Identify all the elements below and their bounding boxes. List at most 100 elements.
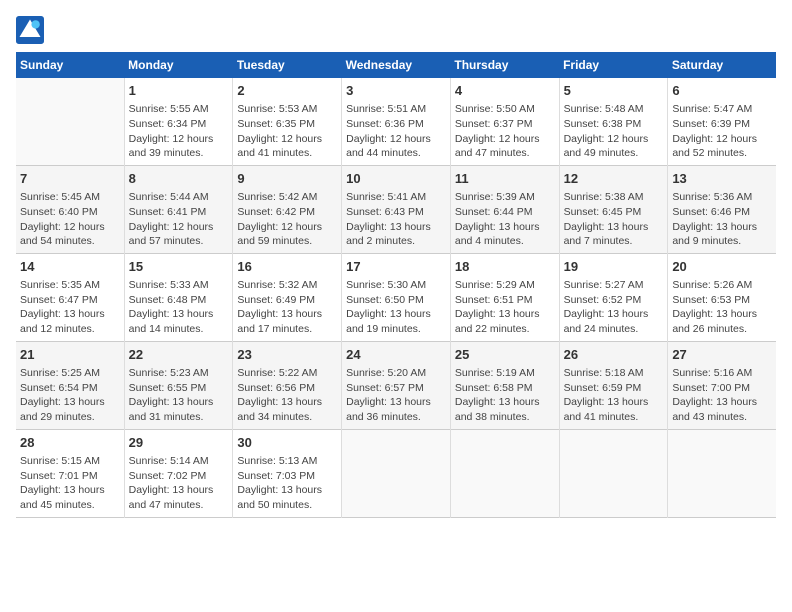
day-info: Sunrise: 5:53 AM Sunset: 6:35 PM Dayligh…	[237, 102, 337, 161]
calendar-cell	[342, 429, 451, 517]
day-number: 29	[129, 434, 229, 452]
day-info: Sunrise: 5:42 AM Sunset: 6:42 PM Dayligh…	[237, 190, 337, 249]
calendar-week-5: 28 Sunrise: 5:15 AM Sunset: 7:01 PM Dayli…	[16, 429, 776, 517]
day-number: 11	[455, 170, 555, 188]
day-number: 19	[564, 258, 664, 276]
day-info: Sunrise: 5:14 AM Sunset: 7:02 PM Dayligh…	[129, 454, 229, 513]
day-number: 15	[129, 258, 229, 276]
day-info: Sunrise: 5:15 AM Sunset: 7:01 PM Dayligh…	[20, 454, 120, 513]
day-number: 21	[20, 346, 120, 364]
calendar-cell: 10 Sunrise: 5:41 AM Sunset: 6:43 PM Dayli…	[342, 165, 451, 253]
day-info: Sunrise: 5:13 AM Sunset: 7:03 PM Dayligh…	[237, 454, 337, 513]
calendar-table: SundayMondayTuesdayWednesdayThursdayFrid…	[16, 52, 776, 518]
calendar-cell: 19 Sunrise: 5:27 AM Sunset: 6:52 PM Dayli…	[559, 253, 668, 341]
day-info: Sunrise: 5:38 AM Sunset: 6:45 PM Dayligh…	[564, 190, 664, 249]
day-number: 13	[672, 170, 772, 188]
day-number: 14	[20, 258, 120, 276]
day-number: 24	[346, 346, 446, 364]
day-number: 16	[237, 258, 337, 276]
day-info: Sunrise: 5:16 AM Sunset: 7:00 PM Dayligh…	[672, 366, 772, 425]
day-number: 12	[564, 170, 664, 188]
day-info: Sunrise: 5:51 AM Sunset: 6:36 PM Dayligh…	[346, 102, 446, 161]
calendar-week-2: 7 Sunrise: 5:45 AM Sunset: 6:40 PM Daylig…	[16, 165, 776, 253]
day-number: 3	[346, 82, 446, 100]
calendar-week-1: 1Sunrise: 5:55 AM Sunset: 6:34 PM Daylig…	[16, 78, 776, 165]
day-info: Sunrise: 5:23 AM Sunset: 6:55 PM Dayligh…	[129, 366, 229, 425]
calendar-cell: 14 Sunrise: 5:35 AM Sunset: 6:47 PM Dayli…	[16, 253, 124, 341]
calendar-cell: 13 Sunrise: 5:36 AM Sunset: 6:46 PM Dayli…	[668, 165, 776, 253]
day-info: Sunrise: 5:36 AM Sunset: 6:46 PM Dayligh…	[672, 190, 772, 249]
day-info: Sunrise: 5:35 AM Sunset: 6:47 PM Dayligh…	[20, 278, 120, 337]
logo	[16, 16, 48, 44]
day-info: Sunrise: 5:27 AM Sunset: 6:52 PM Dayligh…	[564, 278, 664, 337]
calendar-cell	[668, 429, 776, 517]
day-number: 5	[564, 82, 664, 100]
calendar-week-3: 14 Sunrise: 5:35 AM Sunset: 6:47 PM Dayli…	[16, 253, 776, 341]
calendar-cell: 21Sunrise: 5:25 AM Sunset: 6:54 PM Dayli…	[16, 341, 124, 429]
calendar-cell: 8 Sunrise: 5:44 AM Sunset: 6:41 PM Daylig…	[124, 165, 233, 253]
calendar-cell: 11 Sunrise: 5:39 AM Sunset: 6:44 PM Dayli…	[450, 165, 559, 253]
calendar-cell: 26 Sunrise: 5:18 AM Sunset: 6:59 PM Dayli…	[559, 341, 668, 429]
day-number: 2	[237, 82, 337, 100]
calendar-cell: 28 Sunrise: 5:15 AM Sunset: 7:01 PM Dayli…	[16, 429, 124, 517]
calendar-cell: 25 Sunrise: 5:19 AM Sunset: 6:58 PM Dayli…	[450, 341, 559, 429]
day-info: Sunrise: 5:32 AM Sunset: 6:49 PM Dayligh…	[237, 278, 337, 337]
day-number: 23	[237, 346, 337, 364]
calendar-cell: 4 Sunrise: 5:50 AM Sunset: 6:37 PM Daylig…	[450, 78, 559, 165]
day-info: Sunrise: 5:20 AM Sunset: 6:57 PM Dayligh…	[346, 366, 446, 425]
day-number: 25	[455, 346, 555, 364]
day-info: Sunrise: 5:50 AM Sunset: 6:37 PM Dayligh…	[455, 102, 555, 161]
day-number: 10	[346, 170, 446, 188]
calendar-cell: 1Sunrise: 5:55 AM Sunset: 6:34 PM Daylig…	[124, 78, 233, 165]
calendar-cell: 16 Sunrise: 5:32 AM Sunset: 6:49 PM Dayli…	[233, 253, 342, 341]
calendar-cell: 24 Sunrise: 5:20 AM Sunset: 6:57 PM Dayli…	[342, 341, 451, 429]
day-number: 18	[455, 258, 555, 276]
day-number: 9	[237, 170, 337, 188]
calendar-cell: 5Sunrise: 5:48 AM Sunset: 6:38 PM Daylig…	[559, 78, 668, 165]
header-day-monday: Monday	[124, 52, 233, 78]
calendar-cell: 29 Sunrise: 5:14 AM Sunset: 7:02 PM Dayli…	[124, 429, 233, 517]
day-number: 7	[20, 170, 120, 188]
day-info: Sunrise: 5:44 AM Sunset: 6:41 PM Dayligh…	[129, 190, 229, 249]
day-info: Sunrise: 5:18 AM Sunset: 6:59 PM Dayligh…	[564, 366, 664, 425]
day-number: 26	[564, 346, 664, 364]
day-info: Sunrise: 5:30 AM Sunset: 6:50 PM Dayligh…	[346, 278, 446, 337]
calendar-cell: 12 Sunrise: 5:38 AM Sunset: 6:45 PM Dayli…	[559, 165, 668, 253]
day-number: 8	[129, 170, 229, 188]
day-number: 4	[455, 82, 555, 100]
calendar-cell: 18Sunrise: 5:29 AM Sunset: 6:51 PM Dayli…	[450, 253, 559, 341]
page-header	[16, 16, 776, 44]
header-day-friday: Friday	[559, 52, 668, 78]
day-info: Sunrise: 5:22 AM Sunset: 6:56 PM Dayligh…	[237, 366, 337, 425]
calendar-cell	[16, 78, 124, 165]
day-info: Sunrise: 5:26 AM Sunset: 6:53 PM Dayligh…	[672, 278, 772, 337]
day-info: Sunrise: 5:39 AM Sunset: 6:44 PM Dayligh…	[455, 190, 555, 249]
calendar-cell: 27 Sunrise: 5:16 AM Sunset: 7:00 PM Dayli…	[668, 341, 776, 429]
day-info: Sunrise: 5:19 AM Sunset: 6:58 PM Dayligh…	[455, 366, 555, 425]
day-number: 17	[346, 258, 446, 276]
calendar-cell: 20 Sunrise: 5:26 AM Sunset: 6:53 PM Dayli…	[668, 253, 776, 341]
day-number: 28	[20, 434, 120, 452]
calendar-cell: 7 Sunrise: 5:45 AM Sunset: 6:40 PM Daylig…	[16, 165, 124, 253]
day-number: 6	[672, 82, 772, 100]
calendar-week-4: 21Sunrise: 5:25 AM Sunset: 6:54 PM Dayli…	[16, 341, 776, 429]
calendar-cell: 2 Sunrise: 5:53 AM Sunset: 6:35 PM Daylig…	[233, 78, 342, 165]
calendar-cell: 6 Sunrise: 5:47 AM Sunset: 6:39 PM Daylig…	[668, 78, 776, 165]
calendar-cell: 30 Sunrise: 5:13 AM Sunset: 7:03 PM Dayli…	[233, 429, 342, 517]
calendar-cell	[450, 429, 559, 517]
day-info: Sunrise: 5:41 AM Sunset: 6:43 PM Dayligh…	[346, 190, 446, 249]
day-info: Sunrise: 5:47 AM Sunset: 6:39 PM Dayligh…	[672, 102, 772, 161]
header-day-saturday: Saturday	[668, 52, 776, 78]
day-number: 30	[237, 434, 337, 452]
day-number: 27	[672, 346, 772, 364]
calendar-header-row: SundayMondayTuesdayWednesdayThursdayFrid…	[16, 52, 776, 78]
day-number: 20	[672, 258, 772, 276]
day-info: Sunrise: 5:33 AM Sunset: 6:48 PM Dayligh…	[129, 278, 229, 337]
calendar-cell: 9 Sunrise: 5:42 AM Sunset: 6:42 PM Daylig…	[233, 165, 342, 253]
header-day-thursday: Thursday	[450, 52, 559, 78]
header-day-sunday: Sunday	[16, 52, 124, 78]
header-day-wednesday: Wednesday	[342, 52, 451, 78]
calendar-cell: 22Sunrise: 5:23 AM Sunset: 6:55 PM Dayli…	[124, 341, 233, 429]
calendar-cell	[559, 429, 668, 517]
day-info: Sunrise: 5:45 AM Sunset: 6:40 PM Dayligh…	[20, 190, 120, 249]
